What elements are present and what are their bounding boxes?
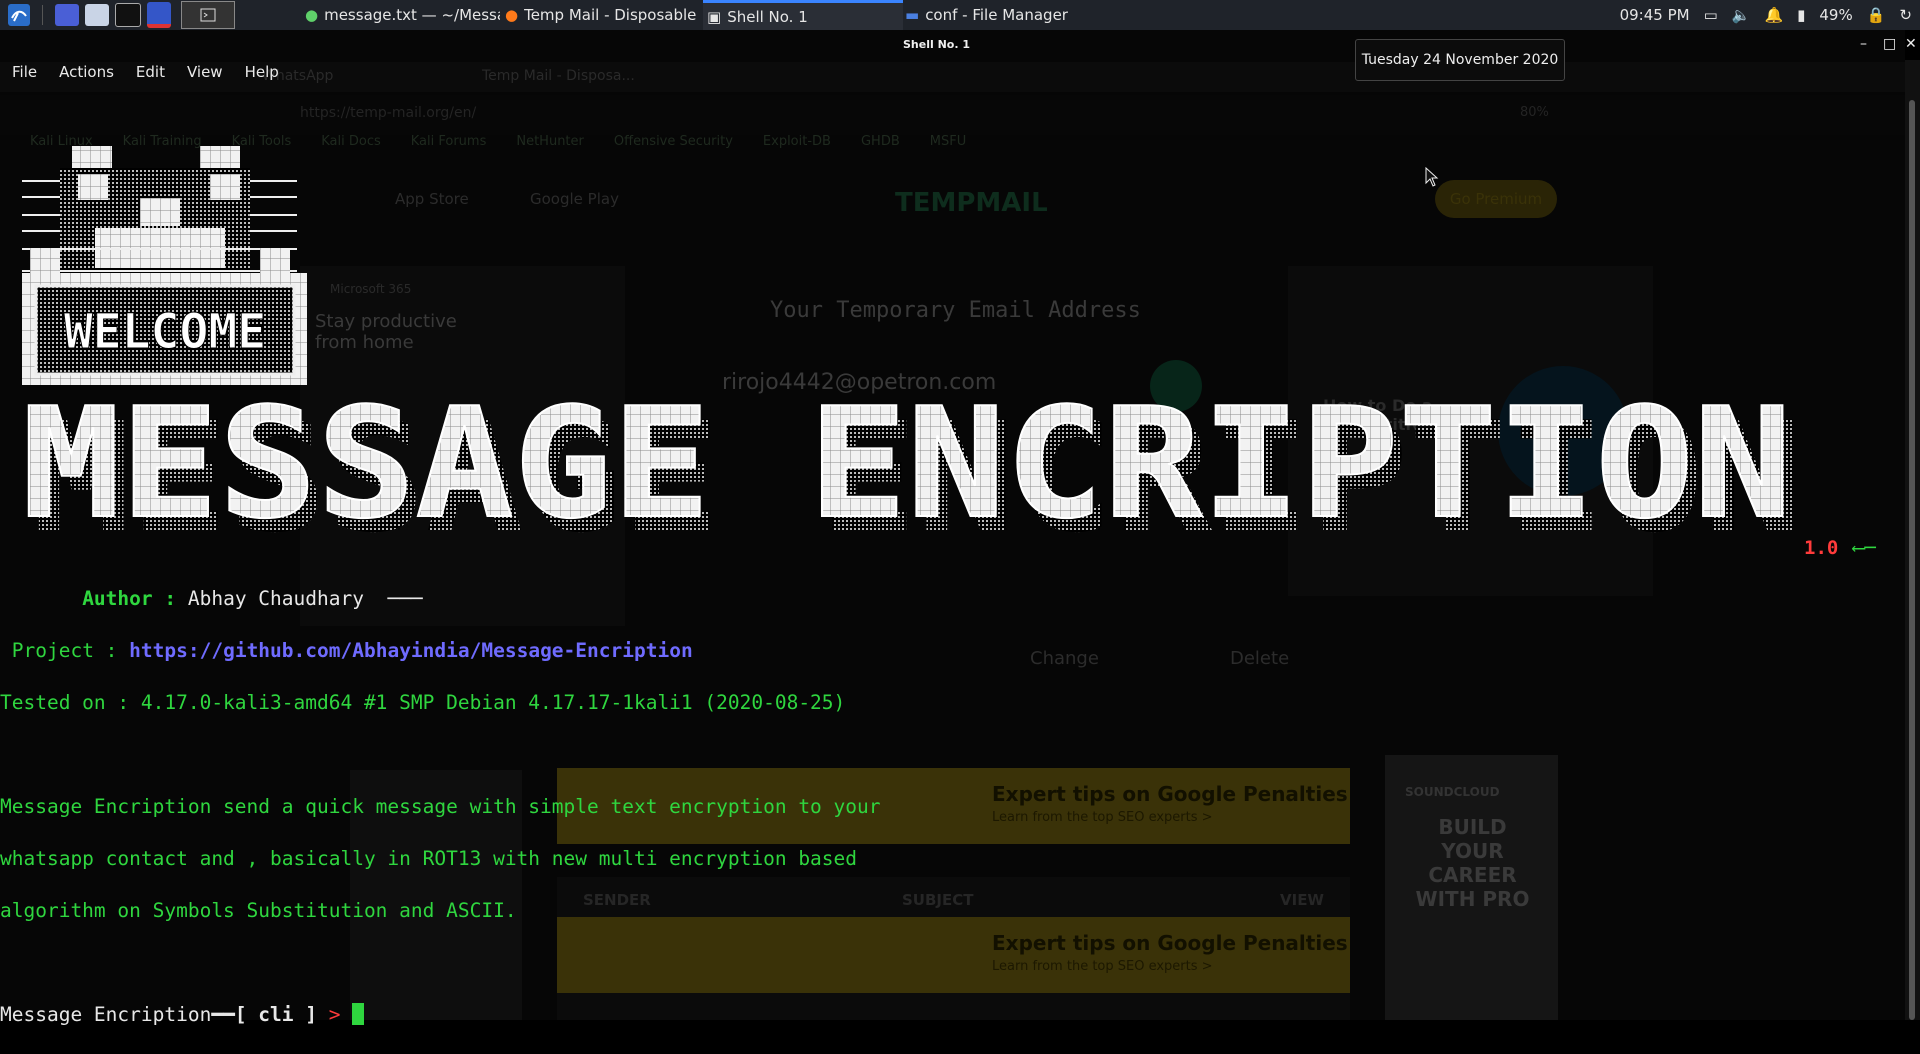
author-line: Author : Abhay Chaudhary ─── [82,587,423,610]
task-label: message.txt — ~/Messa... [324,6,500,24]
title-art: MESSAGE ENCRIPTION MESSAGE ENCRIPTION [21,374,1802,558]
welcome-text: WELCOME [64,304,266,360]
folder-icon: ▬ [905,6,920,24]
clock[interactable]: 09:45 PM [1620,6,1690,24]
battery-icon[interactable]: ▮ [1797,6,1805,24]
minimize-icon[interactable]: – [1860,36,1867,52]
menu-file[interactable]: File [12,63,37,81]
browser-urlbar: https://temp-mail.org/en/ 80% [0,95,1905,135]
prompt-line[interactable]: Message Encription━━[ cli ] > [0,1002,1900,1028]
firefox-icon: ● [505,6,519,24]
menu-help[interactable]: Help [245,63,279,81]
text-editor-icon: ● [305,6,319,24]
terminal-launcher-icon[interactable] [115,3,141,27]
browser-launcher-icon[interactable] [147,2,171,28]
mouse-pointer-icon [1425,167,1439,187]
version-arrow-icon: ⟵─ [1852,537,1876,558]
task-shell[interactable]: ▣ Shell No. 1 [703,0,903,30]
show-desktop-button[interactable] [181,1,235,29]
window-title: Shell No. 1 [903,38,971,51]
zoom-level: 80% [1520,105,1549,120]
task-label: Shell No. 1 [727,7,808,26]
project-line: Project : https://github.com/Abhayindia/… [0,638,1900,664]
title-text: MESSAGE ENCRIPTION [22,375,1792,552]
menu-actions[interactable]: Actions [59,63,114,81]
task-temp-mail[interactable]: ● Temp Mail - Disposable ... [505,0,700,30]
task-message-txt[interactable]: ● message.txt — ~/Messa... [305,0,500,30]
version-number: 1.0 [1804,537,1838,558]
menu-edit[interactable]: Edit [136,63,165,81]
task-label: conf - File Manager [925,6,1068,24]
prompt-name: Message Encription [0,1003,212,1026]
project-link[interactable]: https://github.com/Abhayindia/Message-En… [129,639,693,662]
lock-icon[interactable]: 🔒 [1867,6,1886,24]
author-label: Author : [82,587,177,610]
url-field[interactable]: https://temp-mail.org/en/ [300,105,476,121]
workspace-icon[interactable] [55,4,79,26]
maximize-icon[interactable]: □ [1883,36,1896,52]
project-label: Project : [11,639,118,662]
kali-menu-icon[interactable] [6,2,32,28]
cat-art [22,146,297,288]
date-tooltip: Tuesday 24 November 2020 [1355,39,1565,81]
top-panel: ● message.txt — ~/Messa... ● Temp Mail -… [0,0,1920,30]
text-cursor[interactable] [352,1003,365,1025]
description-line-2: whatsapp contact and , basically in ROT1… [0,847,858,870]
task-label: Temp Mail - Disposable ... [524,6,700,24]
refresh-icon[interactable]: ↻ [1899,6,1912,24]
display-icon[interactable]: ▭ [1704,6,1718,24]
volume-icon[interactable]: 🔈 [1732,6,1751,24]
prompt-context: [ cli ] [234,1003,317,1026]
terminal-titlebar[interactable]: Shell No. 1 [0,30,1920,60]
panel-separator [42,5,43,25]
description-line-1: Message Encription send a quick message … [0,795,881,818]
task-file-manager[interactable]: ▬ conf - File Manager [905,0,1105,30]
terminal-output[interactable]: Author : Abhay Chaudhary ─── Project : h… [0,560,1900,1054]
system-tray: 09:45 PM ▭ 🔈 🔔 ▮ 49% 🔒 ↻ [1620,0,1912,30]
terminal-menubar: File Actions Edit View Help [0,58,1917,86]
battery-level: 49% [1819,6,1853,24]
welcome-box: WELCOME [22,273,307,385]
menu-view[interactable]: View [187,63,223,81]
author-value: Abhay Chaudhary [187,587,364,610]
close-icon[interactable]: ✕ [1905,36,1917,52]
prompt-arrow: > [328,1003,341,1026]
notification-icon[interactable]: 🔔 [1764,6,1783,24]
file-manager-icon[interactable] [85,4,109,26]
description-line-3: algorithm on Symbols Substitution and AS… [0,899,517,922]
tested-line: Tested on : 4.17.0-kali3-amd64 #1 SMP De… [0,691,846,714]
terminal-icon: ▣ [707,7,722,26]
scrollbar-thumb[interactable] [1909,100,1915,1020]
ascii-banner: WELCOME MESSAGE ENCRIPTION MESSAGE ENCRI… [21,146,1876,558]
